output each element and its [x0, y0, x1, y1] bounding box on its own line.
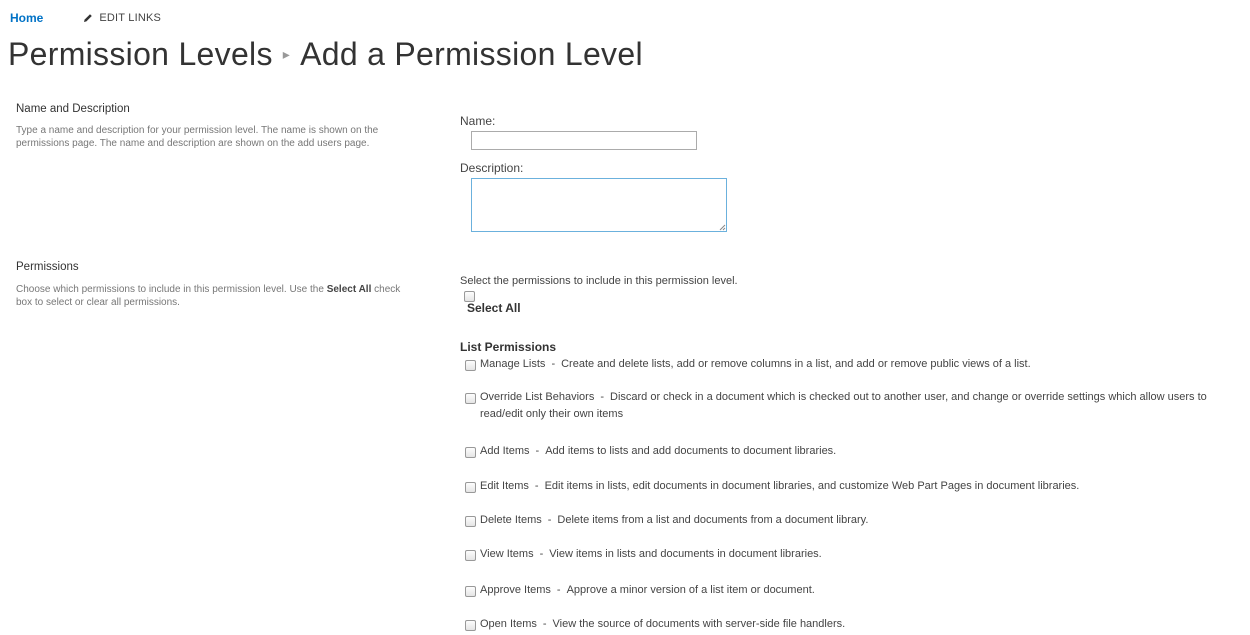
permission-item: Delete Items - Delete items from a list an… — [480, 514, 869, 526]
view-items-checkbox[interactable] — [465, 550, 476, 561]
permission-item: Manage Lists - Create and delete lists, ad… — [480, 358, 1031, 370]
permission-desc: Create and delete lists, add or remove c… — [561, 358, 1031, 370]
list-permissions-title: List Permissions — [460, 340, 557, 354]
permission-desc: View items in lists and documents in doc… — [549, 548, 822, 560]
open-items-checkbox[interactable] — [465, 620, 476, 631]
description-textarea[interactable] — [471, 178, 727, 232]
edit-links-button[interactable]: EDIT LINKS — [83, 12, 161, 24]
permission-item: Add Items - Add items to lists and add doc… — [480, 445, 837, 457]
name-label: Name: — [460, 114, 496, 128]
permission-desc: View the source of documents with server… — [552, 618, 846, 630]
permission-name: Open Items — [480, 618, 537, 630]
edit-items-checkbox[interactable] — [465, 482, 476, 493]
permissions-help: Choose which permissions to include in t… — [16, 283, 416, 309]
approve-items-checkbox[interactable] — [465, 586, 476, 597]
permission-name: Add Items — [480, 445, 530, 457]
delete-items-checkbox[interactable] — [465, 516, 476, 527]
permissions-heading: Permissions — [16, 261, 79, 273]
page-title: Permission Levels ▸ Add a Permission Level — [8, 36, 643, 73]
name-description-help: Type a name and description for your per… — [16, 125, 379, 149]
permission-item: View Items - View items in lists and docum… — [480, 548, 822, 560]
edit-links-label: EDIT LINKS — [99, 12, 162, 24]
permission-name: Approve Items — [480, 584, 551, 596]
permission-desc: Approve a minor version of a list item o… — [566, 584, 815, 596]
name-input[interactable] — [471, 131, 697, 150]
chevron-right-icon: ▸ — [282, 46, 291, 63]
permission-desc: Add items to lists and add documents to … — [545, 445, 837, 457]
pencil-icon — [84, 14, 93, 22]
permission-name: Delete Items — [480, 514, 542, 526]
permissions-help-pre: Choose which permissions to include in t… — [16, 284, 327, 295]
permission-item: Edit Items - Edit items in lists, edit doc… — [480, 480, 1080, 492]
breadcrumb-parent[interactable]: Permission Levels — [8, 36, 273, 72]
permission-item: Approve Items - Approve a minor version of… — [480, 584, 815, 596]
manage-lists-checkbox[interactable] — [465, 360, 476, 371]
permission-desc: Delete items from a list and documents f… — [557, 514, 869, 526]
description-label: Description: — [460, 161, 524, 175]
permission-item: Override List Behaviors - Discard or check… — [480, 391, 1207, 420]
description-field-wrapper — [471, 178, 727, 232]
home-link[interactable]: Home — [10, 11, 43, 25]
permissions-help-bold: Select All — [326, 284, 372, 295]
override-list-behaviors-checkbox[interactable] — [465, 393, 476, 404]
breadcrumb-current: Add a Permission Level — [300, 36, 643, 72]
select-all-label: Select All — [467, 301, 521, 315]
permission-name: Edit Items — [480, 480, 529, 492]
permission-item: Open Items - View the source of documents … — [480, 618, 846, 630]
resize-grip-icon[interactable] — [719, 224, 726, 231]
permission-desc: Edit items in lists, edit documents in d… — [544, 480, 1080, 492]
permission-name: Manage Lists — [480, 358, 546, 370]
add-items-checkbox[interactable] — [465, 447, 476, 458]
select-permissions-intro: Select the permissions to include in thi… — [460, 275, 738, 287]
permission-name: View Items — [480, 548, 534, 560]
permission-name: Override List Behaviors — [480, 391, 595, 403]
top-nav: Home EDIT LINKS — [10, 11, 161, 25]
name-description-heading: Name and Description — [16, 103, 130, 115]
